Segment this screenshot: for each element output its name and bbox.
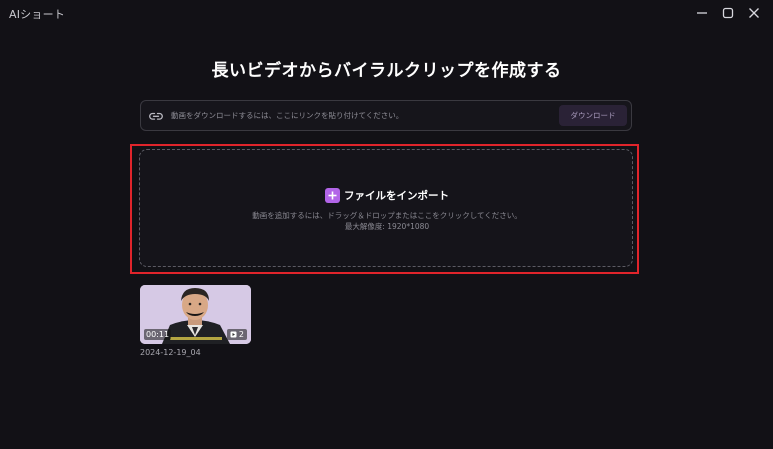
- plus-icon: [325, 188, 340, 203]
- maximize-icon: [722, 7, 734, 19]
- download-button[interactable]: ダウンロード: [559, 105, 627, 126]
- url-bar: ダウンロード: [140, 100, 632, 131]
- maximize-button[interactable]: [719, 4, 737, 22]
- url-input[interactable]: [171, 101, 551, 130]
- import-drop-zone[interactable]: ファイルをインポート 動画を追加するには、ドラッグ＆ドロップまたはここをクリック…: [139, 149, 633, 267]
- max-resolution-text: 最大解像度: 1920*1080: [344, 222, 430, 231]
- clip-icon: [230, 331, 237, 338]
- minimize-button[interactable]: [693, 4, 711, 22]
- title-bar: AIショート: [0, 0, 773, 28]
- drop-hint-text: 動画を追加するには、ドラッグ＆ドロップまたはここをクリックしてください。: [252, 211, 522, 220]
- close-button[interactable]: [745, 4, 763, 22]
- clip-count-badge: 2: [226, 329, 247, 340]
- video-name: 2024-12-19_04: [140, 348, 201, 357]
- app-title: AIショート: [9, 8, 65, 21]
- window-controls: [693, 4, 763, 22]
- minimize-icon: [697, 12, 707, 14]
- close-icon: [749, 8, 759, 18]
- video-card[interactable]: 00:11 2: [140, 285, 251, 344]
- clip-count: 2: [238, 330, 244, 339]
- link-icon: [149, 112, 163, 120]
- import-file-label: ファイルをインポート: [344, 190, 449, 202]
- app-window: AIショート 長いビデオからバイラルクリップを作成する 動画をダウンロードするに…: [0, 0, 773, 449]
- page-title: 長いビデオからバイラルクリップを作成する: [211, 61, 562, 81]
- video-duration: 00:11: [144, 329, 172, 340]
- import-file-button[interactable]: ファイルをインポート: [140, 188, 634, 203]
